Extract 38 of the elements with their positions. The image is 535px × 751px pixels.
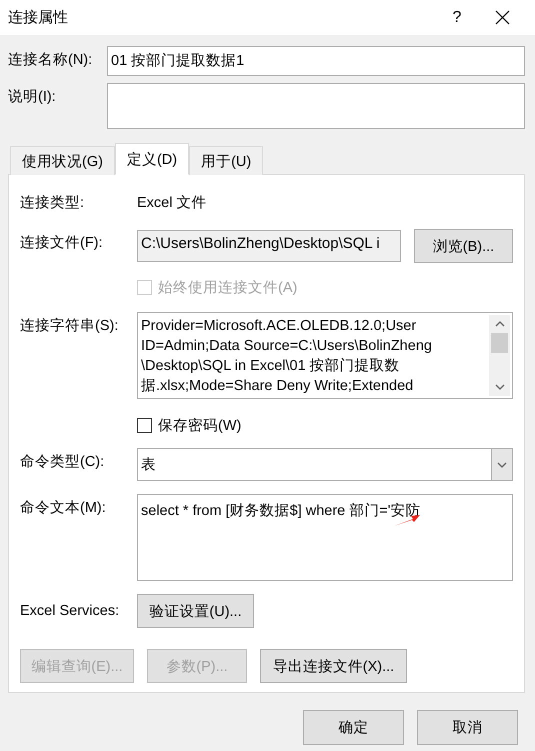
command-type-dropdown[interactable]: 表 [137,448,513,481]
description-field[interactable] [107,83,525,129]
scrollbar[interactable] [489,315,510,396]
browse-button[interactable]: 浏览(B)... [414,229,513,263]
authentication-settings-button[interactable]: 验证设置(U)... [137,594,254,628]
scroll-up-icon[interactable] [494,321,504,327]
field-label: 连接字符串(S): [20,316,120,335]
tab[interactable]: 定义(D) [114,143,190,175]
name-field[interactable]: 01 按部门提取数据1 [107,46,525,76]
checkbox[interactable] [137,418,152,433]
dialog-button[interactable]: 取消 [417,710,518,745]
help-button[interactable]: ? [437,8,477,26]
field-label: 说明(I): [8,88,57,106]
field-label: 连接类型: [20,194,86,212]
field-label: 连接名称(N): [8,51,94,69]
connection-string-line: \Desktop\SQL in Excel\01 按部门提取数 [141,356,401,376]
checkbox-label: 始终使用连接文件(A) [158,279,298,297]
field-label: Excel Services: [20,603,120,619]
checkbox-label: 保存密码(W) [158,416,242,435]
scroll-down-icon[interactable] [494,384,504,390]
action-button[interactable]: 导出连接文件(X)... [260,649,407,683]
tab[interactable]: 使用状况(G) [10,146,115,175]
command-text-field[interactable]: select * from [财务数据$] where 部门='安防 [137,494,513,581]
connection-string-line: 据.xlsx;Mode=Share Deny Write;Extended [141,377,414,396]
field-label: 命令文本(M): [20,499,107,517]
field-label: 连接文件(F): [20,234,104,252]
chevron-down-icon[interactable] [497,462,507,468]
connection-string-line: ID=Admin;Data Source=C:\Users\BolinZheng [141,337,433,356]
connection-string-line: Provider=Microsoft.ACE.OLEDB.12.0;User [141,317,418,336]
connection-file-field[interactable]: C:\Users\BolinZheng\Desktop\SQL i [137,230,401,262]
field-label: 命令类型(C): [20,453,106,471]
connection-string-field[interactable]: Provider=Microsoft.ACE.OLEDB.12.0;User ID=Admin;Data Source=C:\Users\BolinZheng \Desktop\SQL in Excel\01 按部门提取数 据.xlsx;Mode=Share Deny Write;Extended [137,312,513,399]
connection-type-value: Excel 文件 [137,194,208,212]
dialog-button[interactable]: 确定 [303,710,404,745]
tab[interactable]: 用于(U) [189,146,264,175]
window-title: 连接属性 [8,8,69,27]
scrollbar-thumb[interactable] [491,333,508,353]
close-icon[interactable] [494,10,510,25]
